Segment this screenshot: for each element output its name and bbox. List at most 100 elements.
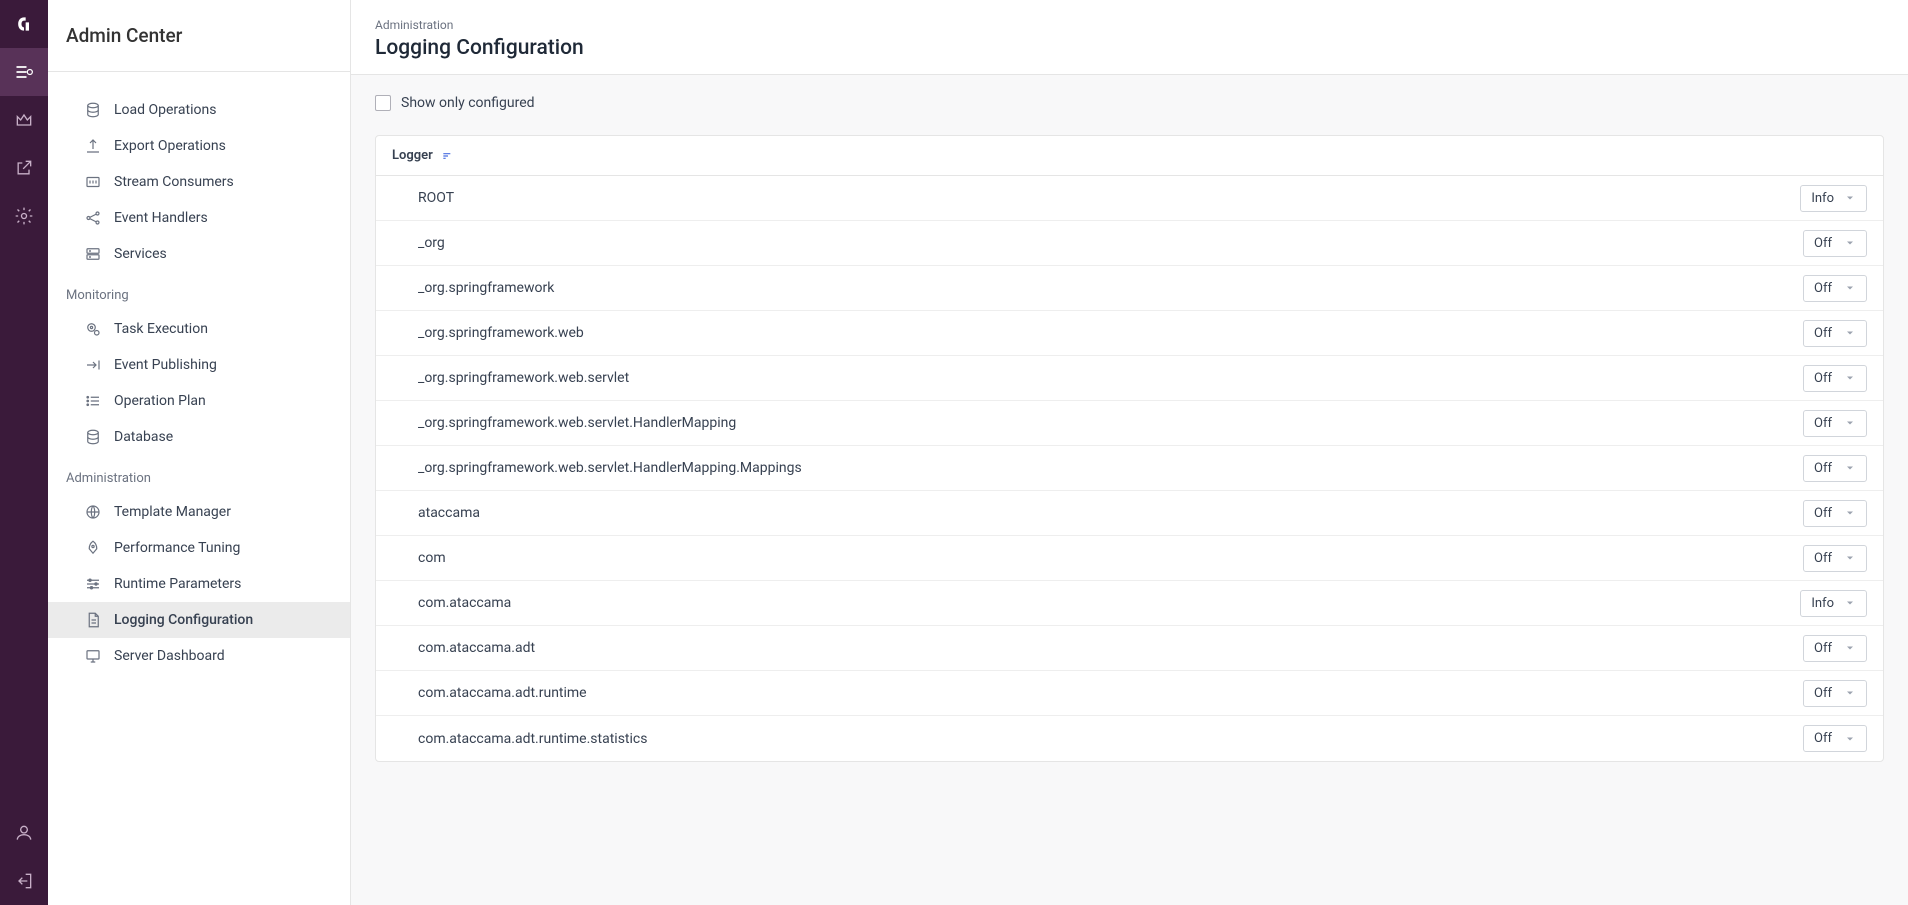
sidebar-item-label: Logging Configuration xyxy=(114,612,253,628)
sidebar-item-load-operations[interactable]: Load Operations xyxy=(48,92,350,128)
level-select[interactable]: Off xyxy=(1803,230,1867,257)
logger-name: _org.springframework.web.servlet.Handler… xyxy=(418,415,1803,431)
sidebar-group-title: Administration xyxy=(48,455,350,494)
sidebar-item-label: Template Manager xyxy=(114,504,231,520)
file-icon xyxy=(84,611,102,629)
sidebar-item-export-operations[interactable]: Export Operations xyxy=(48,128,350,164)
logger-name: _org xyxy=(418,235,1803,251)
sidebar-item-operation-plan[interactable]: Operation Plan xyxy=(48,383,350,419)
show-only-configured-checkbox[interactable] xyxy=(375,95,391,111)
sidebar-item-label: Load Operations xyxy=(114,102,216,118)
level-select[interactable]: Info xyxy=(1800,590,1867,617)
sidebar-item-label: Task Execution xyxy=(114,321,208,337)
level-value: Off xyxy=(1814,236,1832,251)
logger-name: _org.springframework.web.servlet xyxy=(418,370,1803,386)
logger-table: Logger ROOTInfo_orgOff_org.springframewo… xyxy=(375,135,1884,762)
main-body: Show only configured Logger ROOTInfo_org… xyxy=(351,75,1908,905)
level-select[interactable]: Off xyxy=(1803,500,1867,527)
level-value: Off xyxy=(1814,686,1832,701)
sort-icon[interactable] xyxy=(441,149,455,163)
sidebar-title: Admin Center xyxy=(48,0,350,72)
chevron-down-icon xyxy=(1844,327,1856,339)
sidebar-item-event-publishing[interactable]: Event Publishing xyxy=(48,347,350,383)
chevron-down-icon xyxy=(1844,372,1856,384)
logger-row: _org.springframework.web.servlet.Handler… xyxy=(376,401,1883,446)
level-select[interactable]: Off xyxy=(1803,725,1867,752)
level-select[interactable]: Off xyxy=(1803,365,1867,392)
sidebar-item-label: Event Handlers xyxy=(114,210,208,226)
page-title: Logging Configuration xyxy=(375,36,1884,60)
logger-row: com.ataccama.adt.runtime.statistics Off xyxy=(376,716,1883,761)
chevron-down-icon xyxy=(1844,237,1856,249)
sidebar-item-services[interactable]: Services xyxy=(48,236,350,272)
logger-row: ROOTInfo xyxy=(376,176,1883,221)
chevron-down-icon xyxy=(1844,642,1856,654)
database-icon xyxy=(84,428,102,446)
sidebar-item-label: Database xyxy=(114,429,173,445)
logger-name: _org.springframework.web xyxy=(418,325,1803,341)
logger-name: com.ataccama.adt.runtime.statistics xyxy=(418,731,1803,747)
logger-row: ataccama Off xyxy=(376,491,1883,536)
chevron-down-icon xyxy=(1844,192,1856,204)
chevron-down-icon xyxy=(1844,462,1856,474)
level-value: Off xyxy=(1814,506,1832,521)
sliders-icon xyxy=(84,575,102,593)
sidebar-item-stream-consumers[interactable]: Stream Consumers xyxy=(48,164,350,200)
sidebar-item-label: Operation Plan xyxy=(114,393,206,409)
sidebar-item-label: Server Dashboard xyxy=(114,648,225,664)
sidebar-item-server-dashboard[interactable]: Server Dashboard xyxy=(48,638,350,674)
breadcrumb: Administration xyxy=(375,18,1884,32)
chevron-down-icon xyxy=(1844,597,1856,609)
level-select[interactable]: Off xyxy=(1803,410,1867,437)
show-only-configured-label: Show only configured xyxy=(401,95,535,111)
sidebar-item-event-handlers[interactable]: Event Handlers xyxy=(48,200,350,236)
logger-row: com.ataccama.adtOff xyxy=(376,626,1883,671)
level-value: Off xyxy=(1814,326,1832,341)
level-value: Off xyxy=(1814,731,1832,746)
level-select[interactable]: Info xyxy=(1800,185,1867,212)
level-select[interactable]: Off xyxy=(1803,320,1867,347)
logger-name: ataccama xyxy=(418,505,1803,521)
logger-name: _org.springframework xyxy=(418,280,1803,296)
database-icon xyxy=(84,101,102,119)
level-value: Off xyxy=(1814,281,1832,296)
monitor-icon xyxy=(84,647,102,665)
level-select[interactable]: Off xyxy=(1803,275,1867,302)
sidebar-item-logging-configuration[interactable]: Logging Configuration xyxy=(48,602,350,638)
sidebar-group-title: Monitoring xyxy=(48,272,350,311)
level-select[interactable]: Off xyxy=(1803,545,1867,572)
rail-item-settings[interactable] xyxy=(0,192,48,240)
table-header[interactable]: Logger xyxy=(376,136,1883,176)
logger-row: _org Off xyxy=(376,221,1883,266)
sidebar-item-label: Services xyxy=(114,246,167,262)
nav-rail xyxy=(0,0,48,905)
logger-name: com.ataccama.adt.runtime xyxy=(418,685,1803,701)
level-select[interactable]: Off xyxy=(1803,635,1867,662)
rail-item-config[interactable] xyxy=(0,48,48,96)
rail-item-user[interactable] xyxy=(0,809,48,857)
main-header: Administration Logging Configuration xyxy=(351,0,1908,75)
logger-row: com.ataccamaInfo xyxy=(376,581,1883,626)
logger-name: _org.springframework.web.servlet.Handler… xyxy=(418,460,1803,476)
main-area: Administration Logging Configuration Sho… xyxy=(351,0,1908,905)
level-select[interactable]: Off xyxy=(1803,680,1867,707)
rocket-icon xyxy=(84,539,102,557)
level-value: Info xyxy=(1811,191,1834,206)
filter-row: Show only configured xyxy=(375,95,1884,111)
sidebar-content: Load Operations Export OperationsStream C… xyxy=(48,72,350,905)
list-icon xyxy=(84,392,102,410)
chevron-down-icon xyxy=(1844,417,1856,429)
sidebar-item-runtime-parameters[interactable]: Runtime Parameters xyxy=(48,566,350,602)
rail-item-crown[interactable] xyxy=(0,96,48,144)
level-select[interactable]: Off xyxy=(1803,455,1867,482)
rail-item-logout[interactable] xyxy=(0,857,48,905)
sidebar-item-task-execution[interactable]: Task Execution xyxy=(48,311,350,347)
logger-row: _org.springframework.web.servlet.Handler… xyxy=(376,446,1883,491)
sidebar-item-label: Event Publishing xyxy=(114,357,217,373)
rail-item-external[interactable] xyxy=(0,144,48,192)
chevron-down-icon xyxy=(1844,733,1856,745)
sidebar-item-performance-tuning[interactable]: Performance Tuning xyxy=(48,530,350,566)
sidebar-item-database[interactable]: Database xyxy=(48,419,350,455)
logger-row: com.ataccama.adt.runtime Off xyxy=(376,671,1883,716)
sidebar-item-template-manager[interactable]: Template Manager xyxy=(48,494,350,530)
